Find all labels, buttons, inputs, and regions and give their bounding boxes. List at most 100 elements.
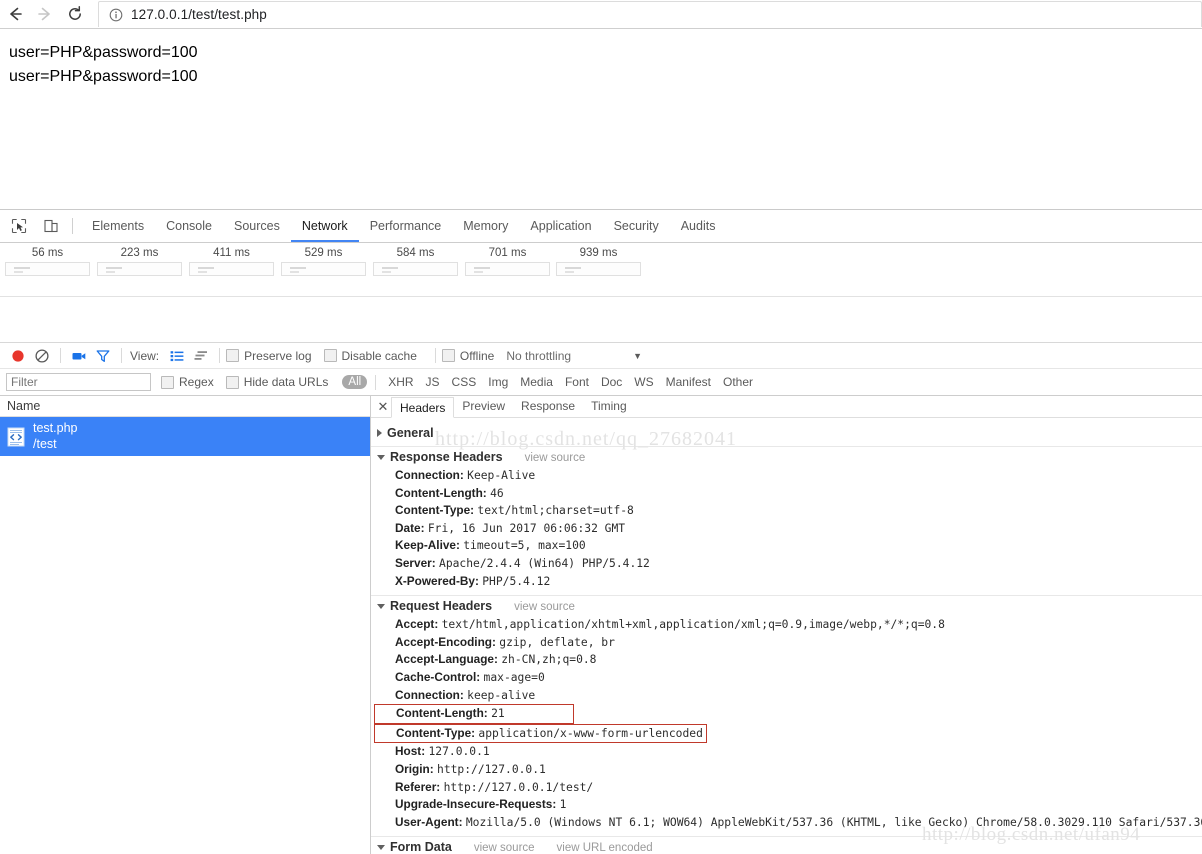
record-button[interactable] [6, 345, 30, 367]
filmstrip-frame[interactable]: 223 ms [97, 247, 182, 276]
filmstrip-frame[interactable]: 411 ms [189, 247, 274, 276]
type-filter-js[interactable]: JS [420, 375, 446, 389]
view-url-encoded-link[interactable]: view URL encoded [557, 842, 653, 854]
header-key: Referer: [395, 779, 441, 794]
filter-input[interactable] [6, 373, 151, 391]
tab-network[interactable]: Network [290, 211, 359, 242]
type-filter-img[interactable]: Img [482, 375, 514, 389]
regex-toggle[interactable]: Regex [161, 375, 214, 389]
filter-button[interactable] [91, 345, 115, 367]
header-row: Cache-Control: max-age=0 [371, 669, 1202, 687]
type-filter-css[interactable]: CSS [446, 375, 483, 389]
capture-screenshots-button[interactable] [67, 345, 91, 367]
header-row: Upgrade-Insecure-Requests: 1 [371, 796, 1202, 814]
filmstrip-thumbnail[interactable] [281, 262, 366, 276]
type-filter-xhr[interactable]: XHR [382, 375, 419, 389]
type-filter-ws[interactable]: WS [628, 375, 659, 389]
section-response-headers-header[interactable]: Response Headers view source [371, 447, 1202, 467]
filmstrip-frame[interactable]: 939 ms [556, 247, 641, 276]
tab-application[interactable]: Application [519, 211, 602, 242]
devtools-tabbar: Elements Console Sources Network Perform… [0, 210, 1202, 243]
inspect-element-button[interactable] [6, 213, 32, 239]
clear-icon [35, 348, 49, 363]
header-row: User-Agent: Mozilla/5.0 (Windows NT 6.1;… [371, 814, 1202, 832]
filmstrip-thumbnail[interactable] [97, 262, 182, 276]
header-row: Accept-Language: zh-CN,zh;q=0.8 [371, 651, 1202, 669]
offline-toggle[interactable]: Offline [441, 349, 494, 363]
clear-button[interactable] [30, 345, 54, 367]
hide-data-urls-toggle[interactable]: Hide data URLs [225, 375, 328, 389]
type-filter-other[interactable]: Other [717, 375, 759, 389]
view-source-link[interactable]: view source [514, 601, 575, 613]
filmstrip-time: 939 ms [579, 247, 618, 259]
reload-button[interactable] [60, 1, 90, 27]
type-filter-media[interactable]: Media [514, 375, 559, 389]
tab-performance[interactable]: Performance [359, 211, 453, 242]
list-view-button[interactable] [165, 345, 189, 367]
type-filter-all[interactable]: All [342, 375, 368, 389]
header-key: Accept-Language: [395, 652, 498, 667]
back-button[interactable] [0, 1, 30, 27]
filmstrip-frame[interactable]: 56 ms [5, 247, 90, 276]
header-value: text/html;charset=utf-8 [477, 504, 634, 518]
header-row: Date: Fri, 16 Jun 2017 06:06:32 GMT [371, 520, 1202, 538]
network-panes: Name test.php /test ✕ Headers Preview Re… [0, 396, 1202, 854]
filmstrip-frame[interactable]: 584 ms [373, 247, 458, 276]
close-icon[interactable]: ✕ [375, 399, 391, 415]
preserve-log-toggle[interactable]: Preserve log [226, 349, 312, 363]
filmstrip-thumbnail[interactable] [5, 262, 90, 276]
disable-cache-checkbox[interactable] [323, 349, 337, 362]
filmstrip-thumbnail[interactable] [556, 262, 641, 276]
tab-audits[interactable]: Audits [670, 211, 727, 242]
view-source-link[interactable]: view source [525, 452, 586, 464]
detail-tab-response[interactable]: Response [513, 396, 583, 417]
type-filter-doc[interactable]: Doc [595, 375, 628, 389]
address-bar[interactable]: 127.0.0.1/test/test.php [98, 1, 1202, 27]
filmstrip-thumbnail[interactable] [465, 262, 550, 276]
preserve-log-checkbox[interactable] [226, 349, 240, 362]
chevron-down-icon [377, 604, 385, 610]
header-key: Connection: [395, 468, 464, 482]
toolbar-divider [121, 348, 122, 363]
filmstrip-thumbnail[interactable] [189, 262, 274, 276]
type-filter-manifest[interactable]: Manifest [660, 375, 717, 389]
network-overview[interactable] [0, 297, 1202, 343]
forward-button[interactable] [30, 1, 60, 27]
section-request-headers-header[interactable]: Request Headers view source [371, 596, 1202, 616]
hide-data-urls-checkbox[interactable] [225, 375, 239, 389]
waterfall-view-button[interactable] [189, 345, 213, 367]
filmstrip-thumbnail[interactable] [373, 262, 458, 276]
header-row: X-Powered-By: PHP/5.4.12 [371, 573, 1202, 591]
toolbar-divider [434, 348, 436, 363]
throttling-select[interactable]: No throttling [506, 349, 571, 363]
detail-tab-timing[interactable]: Timing [583, 396, 635, 417]
section-general-header[interactable]: General [371, 423, 1202, 443]
tab-memory[interactable]: Memory [452, 211, 519, 242]
tab-security[interactable]: Security [603, 211, 670, 242]
filmstrip-frame[interactable]: 529 ms [281, 247, 366, 276]
filmstrip-frame[interactable]: 701 ms [465, 247, 550, 276]
request-list-column-header[interactable]: Name [0, 396, 370, 417]
disable-cache-toggle[interactable]: Disable cache [323, 349, 417, 363]
tab-sources[interactable]: Sources [223, 211, 291, 242]
header-row-highlighted: Content-Type: application/x-www-form-url… [374, 723, 707, 744]
detail-tab-preview[interactable]: Preview [454, 396, 513, 417]
header-value: max-age=0 [483, 670, 545, 684]
tab-elements[interactable]: Elements [81, 211, 155, 242]
header-value: Keep-Alive [467, 469, 536, 482]
regex-checkbox[interactable] [161, 375, 174, 389]
request-list-row[interactable]: test.php /test [0, 417, 370, 456]
inspect-element-icon [11, 218, 27, 234]
header-row: Host: 127.0.0.1 [371, 743, 1202, 761]
view-source-link[interactable]: view source [474, 842, 535, 854]
chevron-down-icon[interactable]: ▼ [633, 351, 642, 361]
request-name: test.php [33, 420, 78, 435]
offline-checkbox[interactable] [441, 349, 455, 362]
type-filter-font[interactable]: Font [559, 375, 595, 389]
device-toolbar-icon [44, 219, 58, 233]
info-circle-icon[interactable] [109, 8, 123, 22]
tab-console[interactable]: Console [155, 211, 223, 242]
section-form-data-header[interactable]: Form Data view source view URL encoded [371, 837, 1202, 854]
device-toolbar-button[interactable] [38, 213, 64, 239]
detail-tab-headers[interactable]: Headers [391, 396, 455, 418]
